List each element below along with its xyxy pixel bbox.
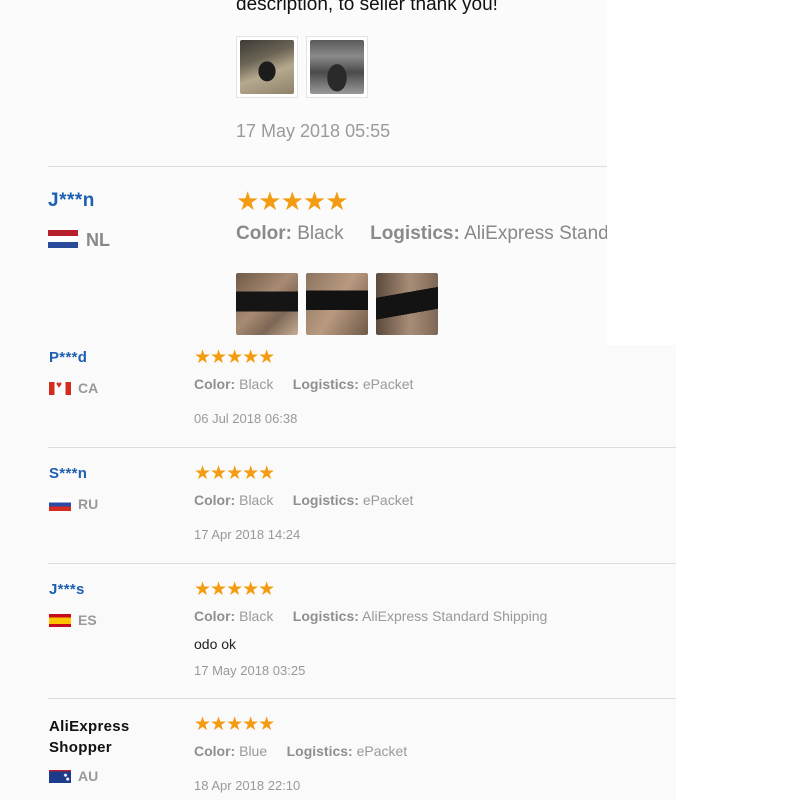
logistics-value: ePacket <box>362 376 414 392</box>
reviewer-name[interactable]: P***d <box>49 349 87 366</box>
review-photo-thumbnail[interactable] <box>306 273 368 335</box>
logistics-label: Logistics: <box>286 743 353 759</box>
logistics-value: ePacket <box>356 743 408 759</box>
reviewer-country: AU <box>78 768 99 784</box>
divider <box>48 166 607 167</box>
divider <box>48 563 676 564</box>
color-label: Color: <box>236 223 292 244</box>
logistics-label: Logistics: <box>370 223 460 244</box>
review-photo-thumbnail[interactable] <box>236 273 298 335</box>
logistics-label: Logistics: <box>292 492 359 508</box>
review-date: 06 Jul 2018 06:38 <box>194 411 298 426</box>
review-attributes: Color: Blue Logistics: ePacket <box>194 743 407 759</box>
review-text: description, to seller thank you! <box>236 0 498 15</box>
watch-photo <box>240 40 294 94</box>
reviewer-name[interactable]: S***n <box>49 465 87 482</box>
reviewer-country: CA <box>78 380 99 396</box>
divider <box>48 698 676 699</box>
review-attributes: Color: Black Logistics: ePacket <box>194 492 413 508</box>
review-photo-thumbnail[interactable] <box>306 36 368 98</box>
review-attributes: Color: Black Logistics: ePacket <box>194 376 413 392</box>
color-value: Blue <box>239 743 268 759</box>
star-rating: ★★★★★ <box>194 714 275 735</box>
reviewer-country: ES <box>78 612 97 628</box>
logistics-value: AliExpress Standard Shipping <box>362 608 548 624</box>
logistics-value: AliExpress Standard Shipping <box>464 223 607 244</box>
featured-reviews-zoomed: description, to seller thank you! 17 May… <box>0 0 607 345</box>
review-date: 17 Apr 2018 14:24 <box>194 527 301 542</box>
reviewer-name[interactable]: J***s <box>49 581 85 598</box>
star-rating: ★★★★★ <box>194 579 275 600</box>
review-photo-thumbnail[interactable] <box>376 273 438 335</box>
reviewer-name[interactable]: J***n <box>48 190 95 212</box>
star-rating: ★★★★★ <box>236 186 349 216</box>
color-value: Black <box>239 376 274 392</box>
ca-flag-icon <box>49 380 71 395</box>
star-rating: ★★★★★ <box>194 347 275 368</box>
wrist-photo-1 <box>236 273 298 335</box>
box-photo <box>310 40 364 94</box>
review-attributes: Color: Black Logistics: AliExpress Stand… <box>194 608 547 624</box>
reviewer-country: RU <box>78 496 99 512</box>
wrist-photo-2 <box>306 273 368 335</box>
review-date: 17 May 2018 03:25 <box>194 663 306 678</box>
color-label: Color: <box>194 608 236 624</box>
reviewer-name[interactable]: AliExpress Shopper <box>49 716 149 758</box>
color-value: Black <box>297 223 344 244</box>
divider <box>48 447 676 448</box>
logistics-value: ePacket <box>362 492 414 508</box>
color-label: Color: <box>194 743 236 759</box>
ru-flag-icon <box>49 498 71 511</box>
es-flag-icon <box>49 614 71 627</box>
au-flag-icon <box>49 770 71 783</box>
color-value: Black <box>239 492 274 508</box>
reviewer-country: NL <box>86 230 110 250</box>
color-label: Color: <box>194 376 236 392</box>
nl-flag-icon <box>48 230 78 248</box>
color-value: Black <box>239 608 274 624</box>
wrist-photo-3 <box>376 273 438 335</box>
color-label: Color: <box>194 492 236 508</box>
review-photo-thumbnail[interactable] <box>236 36 298 98</box>
logistics-label: Logistics: <box>292 376 359 392</box>
review-attributes: Color: Black Logistics: AliExpress Stand… <box>236 223 607 245</box>
review-date: 18 Apr 2018 22:10 <box>194 778 301 793</box>
review-text: odo ok <box>194 636 237 652</box>
star-rating: ★★★★★ <box>194 463 275 484</box>
review-date: 17 May 2018 05:55 <box>236 121 391 141</box>
logistics-label: Logistics: <box>292 608 359 624</box>
